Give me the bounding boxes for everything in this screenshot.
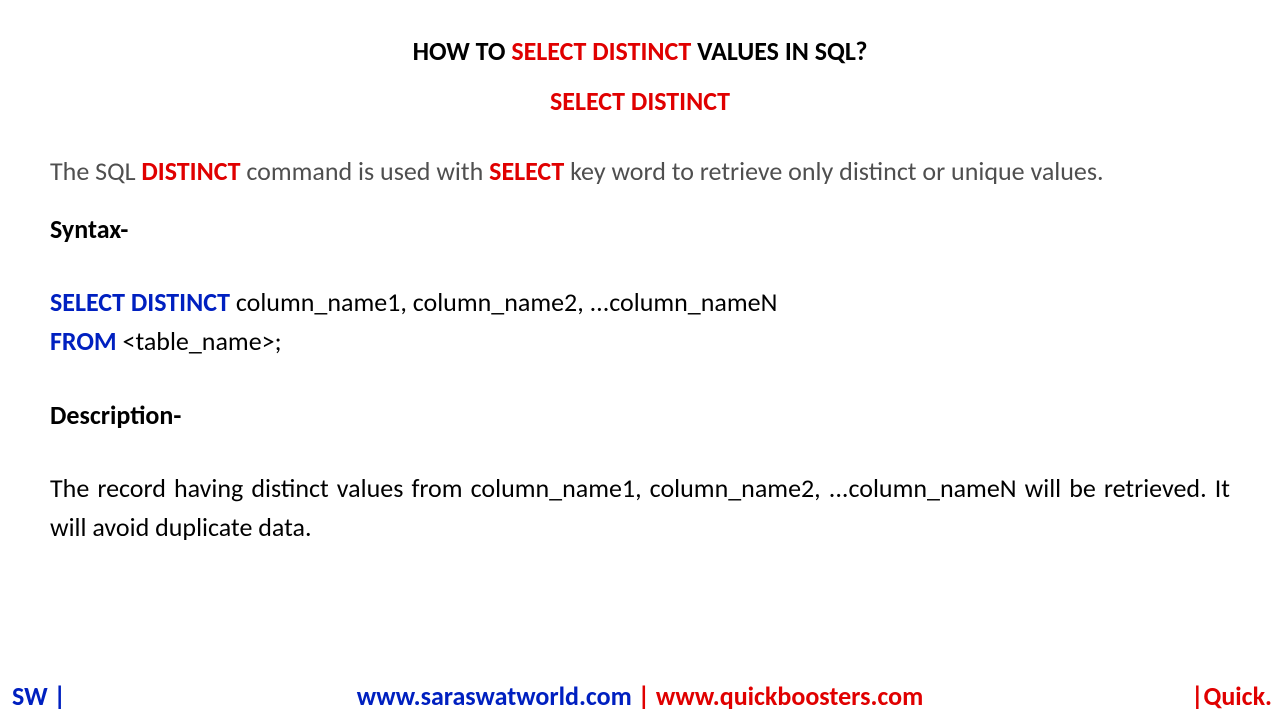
title-highlight: SELECT DISTINCT <box>511 35 691 67</box>
syntax-label: Syntax- <box>50 213 1230 245</box>
description-label: Description- <box>50 399 1230 431</box>
description-text: The record having distinct values from c… <box>50 469 1230 547</box>
footer: SW | www.saraswatworld.com | www.quickbo… <box>0 680 1280 712</box>
title-prefix: HOW TO <box>413 35 512 67</box>
footer-url-quickboosters[interactable]: www.quickboosters.com <box>656 680 923 712</box>
syntax-code: SELECT DISTINCT column_name1, column_nam… <box>50 283 1230 361</box>
intro-keyword-select: SELECT <box>489 155 564 187</box>
footer-brand-left: SW | <box>12 680 66 712</box>
intro-keyword-distinct: DISTINCT <box>141 155 240 187</box>
title-suffix: VALUES IN SQL? <box>691 35 867 67</box>
footer-url-saraswatworld[interactable]: www.saraswatworld.com <box>357 680 632 712</box>
syntax-keyword-from: FROM <box>50 325 117 357</box>
syntax-line-2: FROM <table_name>; <box>50 322 1230 361</box>
footer-links: www.saraswatworld.com | www.quickbooster… <box>357 680 924 712</box>
intro-text-2: command is used with <box>240 155 489 187</box>
page-subtitle: SELECT DISTINCT <box>50 85 1230 117</box>
page-title: HOW TO SELECT DISTINCT VALUES IN SQL? <box>50 35 1230 67</box>
syntax-keyword-select-distinct: SELECT DISTINCT <box>50 286 230 318</box>
footer-separator: | <box>632 680 656 712</box>
intro-paragraph: The SQL DISTINCT command is used with SE… <box>50 152 1230 191</box>
syntax-line-1: SELECT DISTINCT column_name1, column_nam… <box>50 283 1230 322</box>
footer-brand-right: |Quick. <box>1191 680 1272 712</box>
syntax-table: <table_name>; <box>117 325 282 357</box>
intro-text-1: The SQL <box>50 155 141 187</box>
syntax-columns: column_name1, column_name2, ...column_na… <box>230 286 777 318</box>
intro-text-3: key word to retrieve only distinct or un… <box>564 155 1103 187</box>
